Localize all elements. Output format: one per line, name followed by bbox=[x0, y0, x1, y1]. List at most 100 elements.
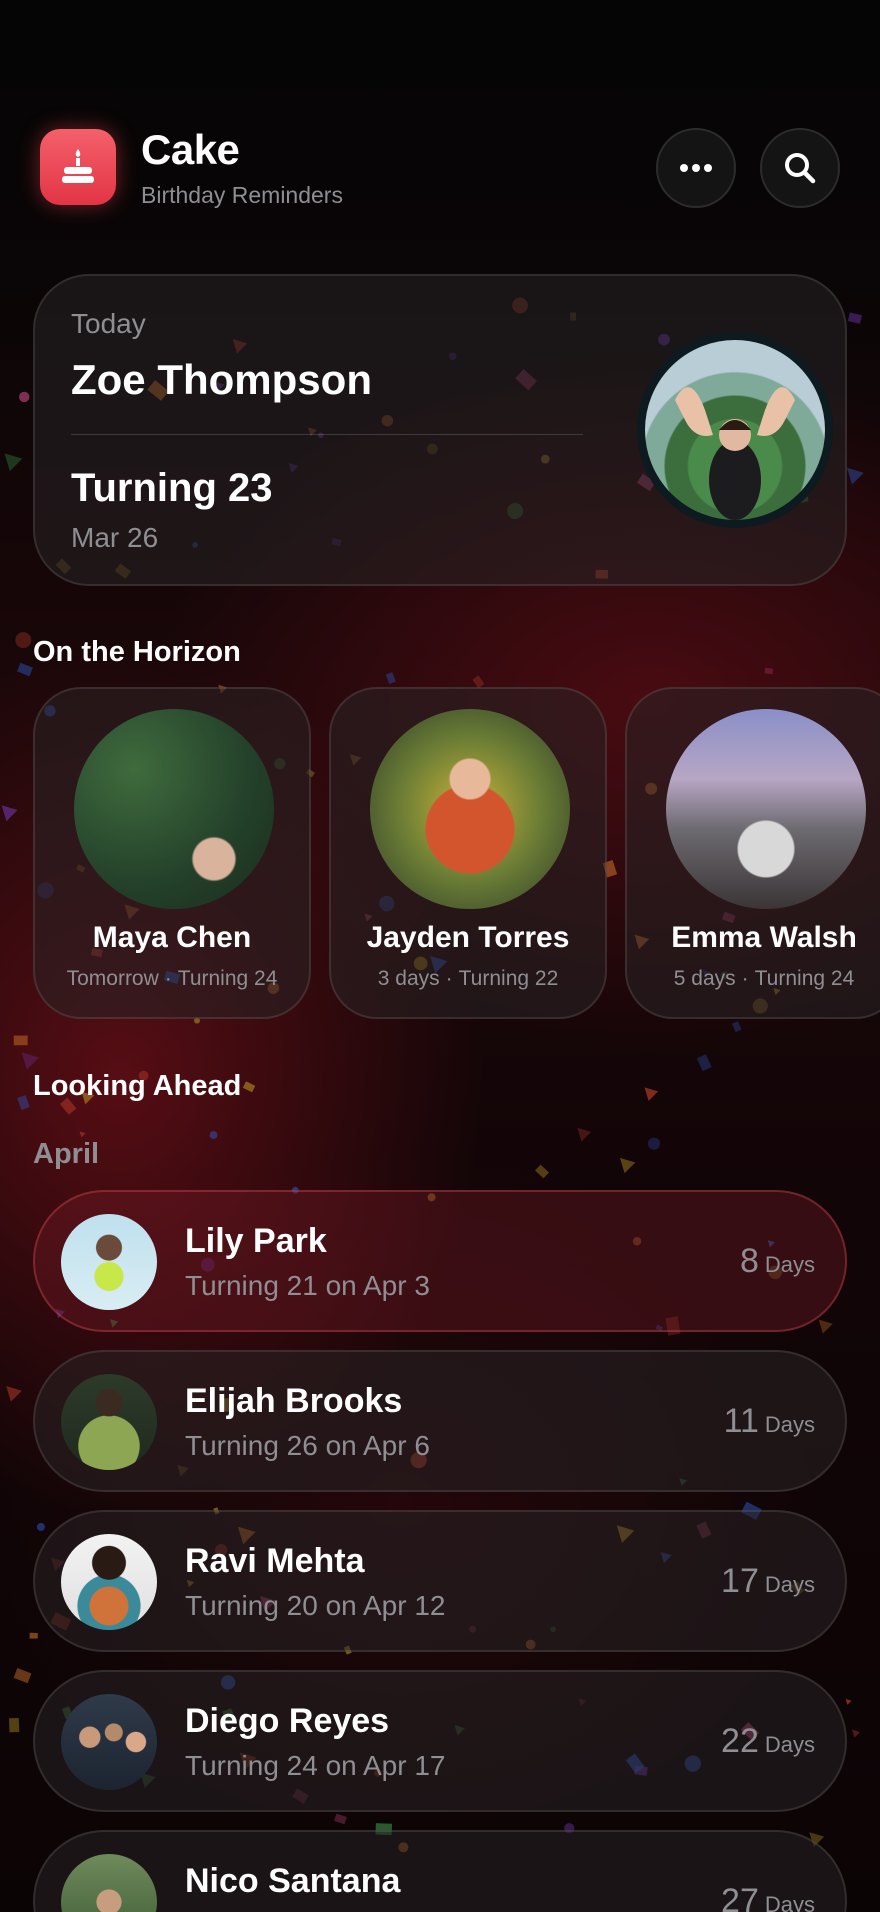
person-detail: Turning 21 on Apr 3 bbox=[185, 1270, 430, 1301]
person-detail: Turning 20 on Apr 12 bbox=[185, 1590, 446, 1621]
avatar bbox=[74, 709, 274, 909]
person-detail: Turning 26 on Apr 6 bbox=[185, 1430, 430, 1461]
confetti-piece bbox=[17, 1095, 30, 1110]
days-countdown: 8 Days bbox=[740, 1242, 815, 1281]
confetti-piece bbox=[18, 391, 30, 403]
days-number: 17 bbox=[721, 1562, 759, 1600]
person-name: Lily Park bbox=[185, 1222, 327, 1260]
confetti-piece bbox=[619, 1157, 636, 1174]
separator: · bbox=[445, 967, 453, 990]
horizon-card[interactable]: Emma Walsh 5 days · Turning 24 bbox=[625, 687, 880, 1019]
confetti-piece bbox=[647, 1137, 661, 1150]
days-number: 27 bbox=[721, 1882, 759, 1912]
list-item[interactable]: Lily Park Turning 21 on Apr 3 8 Days bbox=[33, 1190, 847, 1332]
person-name: Ravi Mehta bbox=[185, 1542, 365, 1580]
confetti-piece bbox=[242, 1081, 256, 1093]
confetti-piece bbox=[13, 1668, 32, 1684]
divider bbox=[71, 434, 583, 435]
cake-icon bbox=[40, 129, 116, 205]
horizon-card[interactable]: Jayden Torres 3 days · Turning 22 bbox=[329, 687, 607, 1019]
days-unit: Days bbox=[764, 1572, 815, 1597]
avatar bbox=[61, 1854, 157, 1912]
search-icon bbox=[785, 153, 816, 184]
section-title-on-the-horizon: On the Horizon bbox=[33, 636, 241, 668]
person-name: Elijah Brooks bbox=[185, 1382, 403, 1420]
avatar bbox=[370, 709, 570, 909]
avatar bbox=[61, 1214, 157, 1310]
confetti-piece bbox=[334, 1813, 347, 1825]
confetti-piece bbox=[846, 467, 864, 485]
horizon-person-name: Emma Walsh bbox=[671, 921, 857, 954]
today-birthday-card[interactable]: Today Zoe Thompson Turning 23 Mar 26 bbox=[33, 274, 847, 586]
days-unit: Days bbox=[764, 1892, 815, 1912]
app-title: Cake bbox=[141, 126, 240, 173]
days-number: 11 bbox=[723, 1402, 759, 1440]
horizon-card[interactable]: Maya Chen Tomorrow · Turning 24 bbox=[33, 687, 311, 1019]
list-item[interactable]: Nico Santana 27 Days bbox=[33, 1830, 847, 1912]
turning-age: Turning 22 bbox=[458, 967, 559, 990]
avatar bbox=[637, 332, 833, 528]
days-unit: Days bbox=[764, 1732, 815, 1757]
confetti-piece bbox=[644, 1087, 659, 1101]
person-name: Nico Santana bbox=[185, 1862, 401, 1900]
today-label: Today bbox=[71, 308, 146, 339]
today-person-name: Zoe Thompson bbox=[71, 356, 372, 403]
days-until: Tomorrow bbox=[66, 967, 159, 990]
confetti-piece bbox=[385, 672, 396, 684]
confetti-piece bbox=[535, 1164, 550, 1179]
days-countdown: 27 Days bbox=[721, 1882, 815, 1912]
days-until: 5 days bbox=[673, 967, 736, 990]
confetti-piece bbox=[79, 1131, 86, 1138]
list-item[interactable]: Ravi Mehta Turning 20 on Apr 12 17 Days bbox=[33, 1510, 847, 1652]
ellipsis-icon bbox=[680, 164, 712, 172]
more-button[interactable] bbox=[656, 128, 736, 208]
confetti-piece bbox=[764, 667, 774, 675]
horizon-person-name: Jayden Torres bbox=[366, 921, 570, 954]
confetti-piece bbox=[847, 312, 862, 324]
horizon-person-detail: Tomorrow · Turning 24 bbox=[35, 967, 309, 991]
turning-age: Turning 24 bbox=[754, 967, 855, 990]
month-label: April bbox=[33, 1138, 100, 1170]
section-title-looking-ahead: Looking Ahead bbox=[33, 1070, 242, 1102]
today-date: Mar 26 bbox=[71, 522, 159, 553]
search-button[interactable] bbox=[760, 128, 840, 208]
app-subtitle: Birthday Reminders bbox=[141, 182, 343, 208]
confetti-piece bbox=[36, 1522, 45, 1531]
days-unit: Days bbox=[764, 1252, 815, 1277]
confetti-piece bbox=[17, 662, 33, 677]
confetti-piece bbox=[1, 805, 18, 822]
app-header: Cake Birthday Reminders bbox=[0, 0, 880, 230]
confetti-piece bbox=[8, 1717, 20, 1733]
confetti-piece bbox=[6, 1386, 22, 1402]
list-item[interactable]: Elijah Brooks Turning 26 on Apr 6 11 Day… bbox=[33, 1350, 847, 1492]
horizon-person-detail: 3 days · Turning 22 bbox=[331, 967, 605, 991]
avatar bbox=[61, 1534, 157, 1630]
confetti-piece bbox=[15, 632, 32, 649]
confetti-piece bbox=[209, 1131, 218, 1139]
days-countdown: 11 Days bbox=[724, 1402, 815, 1441]
days-number: 8 bbox=[739, 1242, 759, 1280]
today-turning-age: Turning 23 bbox=[71, 466, 273, 510]
turning-age: Turning 24 bbox=[177, 967, 278, 990]
days-countdown: 17 Days bbox=[721, 1562, 815, 1601]
horizon-person-name: Maya Chen bbox=[92, 921, 252, 954]
confetti-piece bbox=[29, 1632, 38, 1639]
confetti-piece bbox=[851, 1729, 861, 1738]
separator: · bbox=[164, 967, 172, 990]
avatar bbox=[666, 709, 866, 909]
confetti-piece bbox=[13, 1035, 28, 1046]
confetti-piece bbox=[21, 1052, 39, 1070]
person-name: Diego Reyes bbox=[185, 1702, 390, 1740]
avatar bbox=[61, 1374, 157, 1470]
list-item[interactable]: Diego Reyes Turning 24 on Apr 17 22 Days bbox=[33, 1670, 847, 1812]
days-countdown: 22 Days bbox=[721, 1722, 815, 1761]
confetti-piece bbox=[4, 453, 23, 472]
confetti-piece bbox=[731, 1021, 742, 1033]
avatar bbox=[61, 1694, 157, 1790]
confetti-piece bbox=[845, 1698, 852, 1705]
days-unit: Days bbox=[764, 1412, 815, 1437]
horizon-person-detail: 5 days · Turning 24 bbox=[627, 967, 880, 991]
person-detail: Turning 24 on Apr 17 bbox=[185, 1750, 446, 1781]
confetti-piece bbox=[696, 1054, 712, 1072]
separator: · bbox=[741, 967, 749, 990]
